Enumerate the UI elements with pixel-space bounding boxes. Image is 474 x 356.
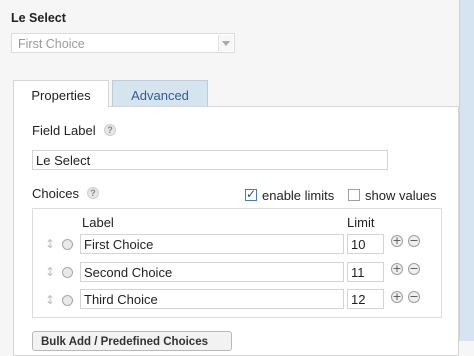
drag-handle-icon[interactable]: ↕	[45, 238, 55, 250]
minus-circle-icon[interactable]: −	[408, 291, 420, 303]
plus-circle-icon[interactable]: +	[391, 291, 403, 303]
default-choice-radio[interactable]	[62, 295, 73, 306]
show-values-checkbox[interactable]	[348, 189, 360, 201]
default-choice-radio[interactable]	[62, 267, 73, 278]
minus-circle-icon[interactable]: −	[408, 235, 420, 247]
choice-label-input[interactable]	[80, 262, 344, 282]
plus-circle-icon[interactable]: +	[391, 263, 403, 275]
choice-limit-input[interactable]	[347, 234, 384, 254]
plus-circle-icon[interactable]: +	[391, 235, 403, 247]
drag-handle-icon[interactable]: ↕	[45, 266, 55, 278]
choice-limit-input[interactable]	[347, 289, 384, 309]
help-icon[interactable]: ?	[104, 124, 116, 136]
column-limit-header: Limit	[347, 215, 375, 230]
column-label-header: Label	[82, 215, 114, 230]
field-label-input[interactable]	[32, 150, 388, 170]
drag-handle-icon[interactable]: ↕	[45, 294, 55, 306]
choice-limit-input[interactable]	[347, 262, 384, 282]
field-label-heading: Field Label	[32, 123, 96, 138]
enable-limits-checkbox[interactable]	[245, 187, 257, 201]
enable-limits-label: enable limits	[262, 188, 335, 203]
show-values-label: show values	[365, 188, 437, 203]
default-choice-radio[interactable]	[62, 239, 73, 250]
choice-label-input[interactable]	[80, 234, 344, 254]
choice-label-input[interactable]	[80, 289, 344, 309]
help-icon[interactable]: ?	[87, 187, 99, 199]
bulk-add-button[interactable]: Bulk Add / Predefined Choices	[32, 331, 232, 351]
choices-heading: Choices	[32, 186, 79, 201]
minus-circle-icon[interactable]: −	[408, 263, 420, 275]
